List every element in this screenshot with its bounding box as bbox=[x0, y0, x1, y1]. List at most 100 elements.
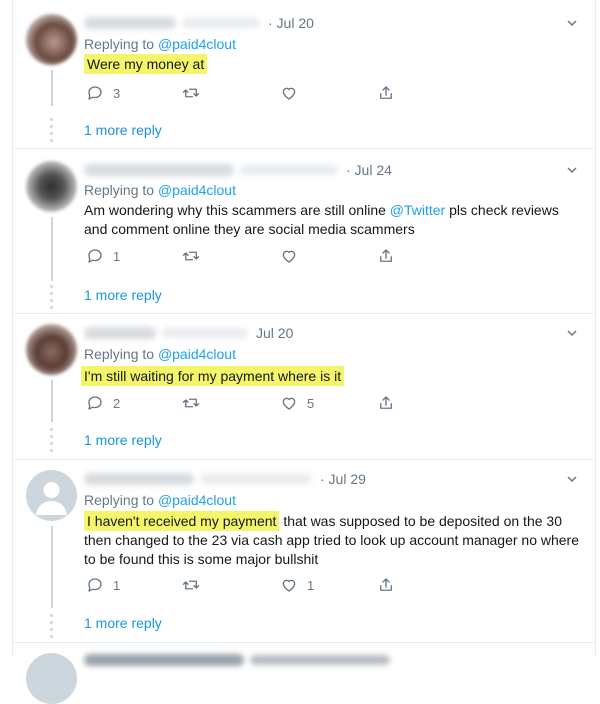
share-icon bbox=[380, 578, 392, 591]
like-count: 1 bbox=[307, 577, 315, 593]
blurred-handle bbox=[162, 328, 248, 339]
highlighted-text: I haven't received my payment bbox=[84, 511, 280, 531]
retweet-button[interactable] bbox=[182, 246, 209, 266]
replying-to-label: Replying to bbox=[84, 36, 155, 52]
like-icon bbox=[282, 397, 296, 410]
replying-to: Replying to @paid4clout bbox=[84, 346, 236, 362]
like-count: 5 bbox=[307, 395, 315, 411]
reply-button[interactable]: 2 bbox=[86, 393, 120, 413]
replying-to-label: Replying to bbox=[84, 346, 155, 362]
share-button[interactable] bbox=[377, 575, 404, 595]
avatar[interactable] bbox=[26, 324, 77, 375]
replying-to: Replying to @paid4clout bbox=[84, 36, 236, 52]
reply-button[interactable]: 1 bbox=[86, 246, 120, 266]
tweet[interactable]: Jul 20 Replying to @paid4clout I'm still… bbox=[13, 314, 595, 460]
replying-to-label: Replying to bbox=[84, 492, 155, 508]
chevron-down-icon[interactable] bbox=[567, 165, 577, 175]
like-button[interactable] bbox=[280, 83, 307, 103]
replying-to-handle[interactable]: @paid4clout bbox=[158, 182, 236, 198]
thread-dots bbox=[49, 428, 55, 456]
reply-icon bbox=[88, 578, 102, 592]
thread-line bbox=[51, 70, 53, 106]
tweet-date[interactable]: · Jul 24 bbox=[346, 162, 392, 178]
tweet-text: I'm still waiting for my payment where i… bbox=[81, 366, 581, 386]
retweet-button[interactable] bbox=[182, 393, 209, 413]
reply-icon bbox=[88, 249, 102, 263]
thread-dots bbox=[49, 285, 55, 313]
more-replies-link[interactable]: 1 more reply bbox=[84, 287, 162, 303]
blurred-handle bbox=[240, 165, 338, 176]
thread-line bbox=[51, 526, 53, 608]
replying-to-handle[interactable]: @paid4clout bbox=[158, 346, 236, 362]
chevron-down-icon[interactable] bbox=[567, 328, 577, 338]
reply-button[interactable]: 3 bbox=[86, 83, 120, 103]
reply-feed: · Jul 20 Replying to @paid4clout Were my… bbox=[12, 0, 596, 704]
blurred-display-name bbox=[84, 164, 234, 177]
more-replies-link[interactable]: 1 more reply bbox=[84, 615, 162, 631]
retweet-icon bbox=[182, 251, 200, 261]
reply-count: 1 bbox=[113, 248, 121, 264]
tweet-header: Jul 20 bbox=[84, 324, 293, 342]
like-button[interactable]: 5 bbox=[280, 393, 314, 413]
highlighted-text: Were my money at bbox=[84, 54, 208, 74]
tweet-date[interactable]: · Jul 20 bbox=[268, 15, 314, 31]
avatar[interactable] bbox=[26, 653, 77, 704]
replying-to: Replying to @paid4clout bbox=[84, 492, 236, 508]
blurred-display-name bbox=[84, 654, 244, 667]
retweet-icon bbox=[182, 580, 200, 590]
reply-count: 2 bbox=[113, 395, 121, 411]
reply-button[interactable]: 1 bbox=[86, 575, 120, 595]
tweet-header: · Jul 20 bbox=[84, 14, 314, 32]
tweet-date[interactable]: · Jul 29 bbox=[320, 471, 366, 487]
tweet-partial[interactable] bbox=[13, 643, 595, 704]
blurred-handle bbox=[182, 18, 260, 29]
chevron-down-icon[interactable] bbox=[567, 18, 577, 28]
tweet-header bbox=[84, 651, 398, 669]
blurred-display-name bbox=[84, 17, 176, 30]
retweet-button[interactable] bbox=[182, 83, 209, 103]
more-replies-link[interactable]: 1 more reply bbox=[84, 432, 162, 448]
share-button[interactable] bbox=[377, 83, 404, 103]
more-replies-link[interactable]: 1 more reply bbox=[84, 122, 162, 138]
retweet-button[interactable] bbox=[182, 575, 209, 595]
blurred-display-name bbox=[84, 473, 194, 486]
thread-dots bbox=[49, 614, 55, 642]
chevron-down-icon[interactable] bbox=[567, 474, 577, 484]
tweet[interactable]: · Jul 29 Replying to @paid4clout I haven… bbox=[13, 460, 595, 643]
tweet[interactable]: · Jul 20 Replying to @paid4clout Were my… bbox=[13, 0, 595, 149]
like-button[interactable] bbox=[280, 246, 307, 266]
replying-to-label: Replying to bbox=[84, 182, 155, 198]
blurred-handle bbox=[200, 474, 312, 485]
avatar[interactable] bbox=[26, 161, 77, 212]
like-icon bbox=[282, 250, 296, 263]
tweet-text: Am wondering why this scammers are still… bbox=[84, 201, 584, 239]
share-button[interactable] bbox=[377, 393, 404, 413]
blurred-display-name bbox=[84, 327, 156, 340]
thread-dots bbox=[49, 118, 55, 146]
tweet-text: I haven't received my payment that was s… bbox=[84, 511, 584, 569]
share-button[interactable] bbox=[377, 246, 404, 266]
reply-count: 3 bbox=[113, 85, 121, 101]
retweet-icon bbox=[182, 88, 200, 98]
tweet-header: · Jul 24 bbox=[84, 161, 392, 179]
tweet-header: · Jul 29 bbox=[84, 470, 366, 488]
highlighted-text: I'm still waiting for my payment where i… bbox=[81, 366, 345, 386]
reply-icon bbox=[88, 86, 102, 100]
share-icon bbox=[380, 249, 392, 262]
replying-to: Replying to @paid4clout bbox=[84, 182, 236, 198]
default-avatar-icon bbox=[36, 482, 67, 515]
tweet-date[interactable]: Jul 20 bbox=[256, 325, 293, 341]
like-button[interactable]: 1 bbox=[280, 575, 314, 595]
tweet[interactable]: · Jul 24 Replying to @paid4clout Am wond… bbox=[13, 149, 595, 314]
replying-to-handle[interactable]: @paid4clout bbox=[158, 492, 236, 508]
mention-link[interactable]: @Twitter bbox=[390, 202, 445, 218]
thread-line bbox=[51, 380, 53, 422]
reply-count: 1 bbox=[113, 577, 121, 593]
avatar[interactable] bbox=[26, 470, 77, 521]
retweet-icon bbox=[182, 398, 200, 408]
thread-line bbox=[51, 217, 53, 281]
avatar[interactable] bbox=[26, 14, 77, 65]
replying-to-handle[interactable]: @paid4clout bbox=[158, 36, 236, 52]
share-icon bbox=[380, 86, 392, 99]
tweet-text: Were my money at bbox=[84, 54, 584, 74]
